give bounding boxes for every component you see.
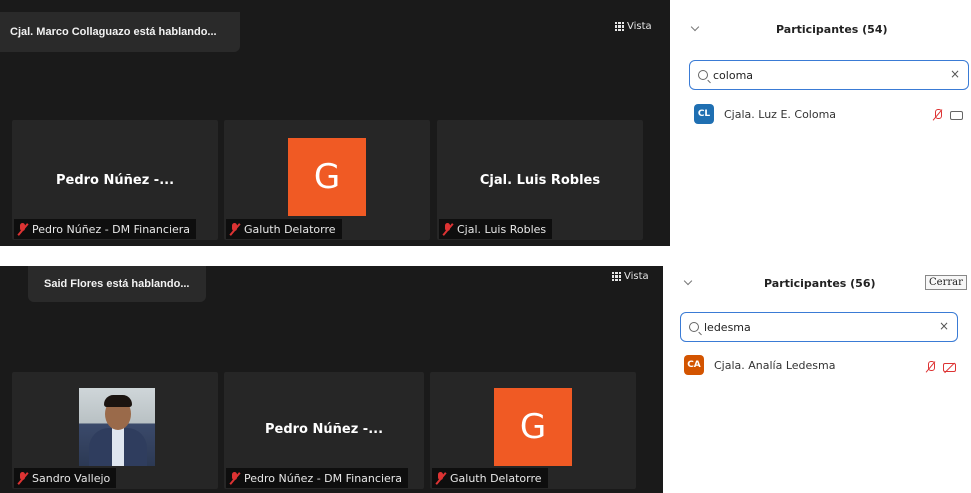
search-input[interactable]: [713, 68, 913, 82]
clear-search-icon[interactable]: ×: [939, 319, 949, 333]
active-speaker-banner: Cjal. Marco Collaguazo está hablando...: [0, 12, 240, 52]
participants-panel: Participantes (54) × CL Cjala. Luz E. Co…: [670, 0, 971, 246]
screenshot-bottom: Said Flores está hablando... Vista Sandr…: [0, 266, 971, 493]
search-icon: [689, 322, 699, 332]
chevron-down-icon[interactable]: [683, 276, 693, 286]
mic-muted-icon: [229, 223, 240, 235]
participant-avatar: CL: [694, 104, 714, 124]
participant-row[interactable]: CA Cjala. Analía Ledesma: [684, 355, 836, 375]
mic-muted-icon[interactable]: [925, 361, 935, 373]
screenshot-top: Cjal. Marco Collaguazo está hablando... …: [0, 0, 971, 246]
tile-label-text: Galuth Delatorre: [450, 471, 542, 485]
video-tile[interactable]: Cjal. Luis Robles Cjal. Luis Robles: [437, 120, 643, 240]
tile-name-label: Pedro Núñez - DM Financiera: [226, 468, 409, 488]
active-speaker-banner: Said Flores está hablando...: [28, 266, 206, 302]
video-tile[interactable]: Sandro Vallejo: [12, 372, 218, 489]
video-gallery: Said Flores está hablando... Vista Sandr…: [0, 266, 663, 493]
participant-search[interactable]: ×: [689, 60, 969, 90]
avatar: G: [494, 388, 572, 466]
video-tile[interactable]: G Galuth Delatorre: [430, 372, 636, 489]
tile-label-text: Sandro Vallejo: [32, 471, 111, 485]
grid-icon: [612, 272, 621, 281]
mic-muted-icon: [435, 472, 446, 484]
view-button[interactable]: Vista: [615, 21, 652, 32]
tile-name-label: Sandro Vallejo: [14, 468, 117, 488]
tile-label-text: Cjal. Luis Robles: [457, 222, 547, 236]
tile-name-label: Pedro Núñez - DM Financiera: [14, 219, 197, 239]
participant-avatar: CA: [684, 355, 704, 375]
tile-display-name: Cjal. Luis Robles: [479, 173, 601, 188]
search-icon: [698, 70, 708, 80]
view-label: Vista: [624, 271, 649, 282]
participant-row[interactable]: CL Cjala. Luz E. Coloma: [694, 104, 836, 124]
tile-display-name: Pedro Núñez -...: [264, 422, 384, 437]
mic-muted-icon: [17, 472, 28, 484]
video-tile[interactable]: Pedro Núñez -... Pedro Núñez - DM Financ…: [12, 120, 218, 240]
tile-label-text: Pedro Núñez - DM Financiera: [244, 471, 403, 485]
clear-search-icon[interactable]: ×: [950, 67, 960, 81]
view-button[interactable]: Vista: [612, 271, 649, 282]
video-tile[interactable]: Pedro Núñez -... Pedro Núñez - DM Financ…: [224, 372, 424, 489]
participant-status-icons: [932, 109, 963, 121]
mic-muted-icon: [17, 223, 28, 235]
grid-icon: [615, 22, 624, 31]
tile-name-label: Cjal. Luis Robles: [439, 219, 553, 239]
avatar: G: [288, 138, 366, 216]
participant-name: Cjala. Luz E. Coloma: [724, 107, 837, 121]
panel-title: Participantes (54): [776, 23, 888, 36]
chevron-down-icon[interactable]: [690, 22, 700, 32]
tile-label-text: Pedro Núñez - DM Financiera: [32, 222, 191, 236]
video-gallery: Cjal. Marco Collaguazo está hablando... …: [0, 0, 670, 246]
close-button[interactable]: Cerrar: [925, 275, 967, 290]
mic-muted-icon: [229, 472, 240, 484]
tile-display-name: Pedro Núñez -...: [55, 173, 175, 188]
participant-photo: [79, 388, 155, 466]
tile-name-label: Galuth Delatorre: [432, 468, 548, 488]
view-label: Vista: [627, 21, 652, 32]
participant-status-icons: [925, 361, 956, 373]
camera-icon[interactable]: [950, 110, 963, 120]
camera-off-icon[interactable]: [943, 362, 956, 372]
participants-panel: Participantes (56) Cerrar × CA Cjala. An…: [663, 266, 971, 493]
mic-muted-icon: [442, 223, 453, 235]
mic-muted-icon[interactable]: [932, 109, 942, 121]
panel-title: Participantes (56): [764, 277, 876, 290]
tile-label-text: Galuth Delatorre: [244, 222, 336, 236]
participant-name: Cjala. Analía Ledesma: [714, 358, 836, 372]
video-tile[interactable]: G Galuth Delatorre: [224, 120, 430, 240]
tile-name-label: Galuth Delatorre: [226, 219, 342, 239]
search-input[interactable]: [704, 320, 904, 334]
participant-search[interactable]: ×: [680, 312, 958, 342]
